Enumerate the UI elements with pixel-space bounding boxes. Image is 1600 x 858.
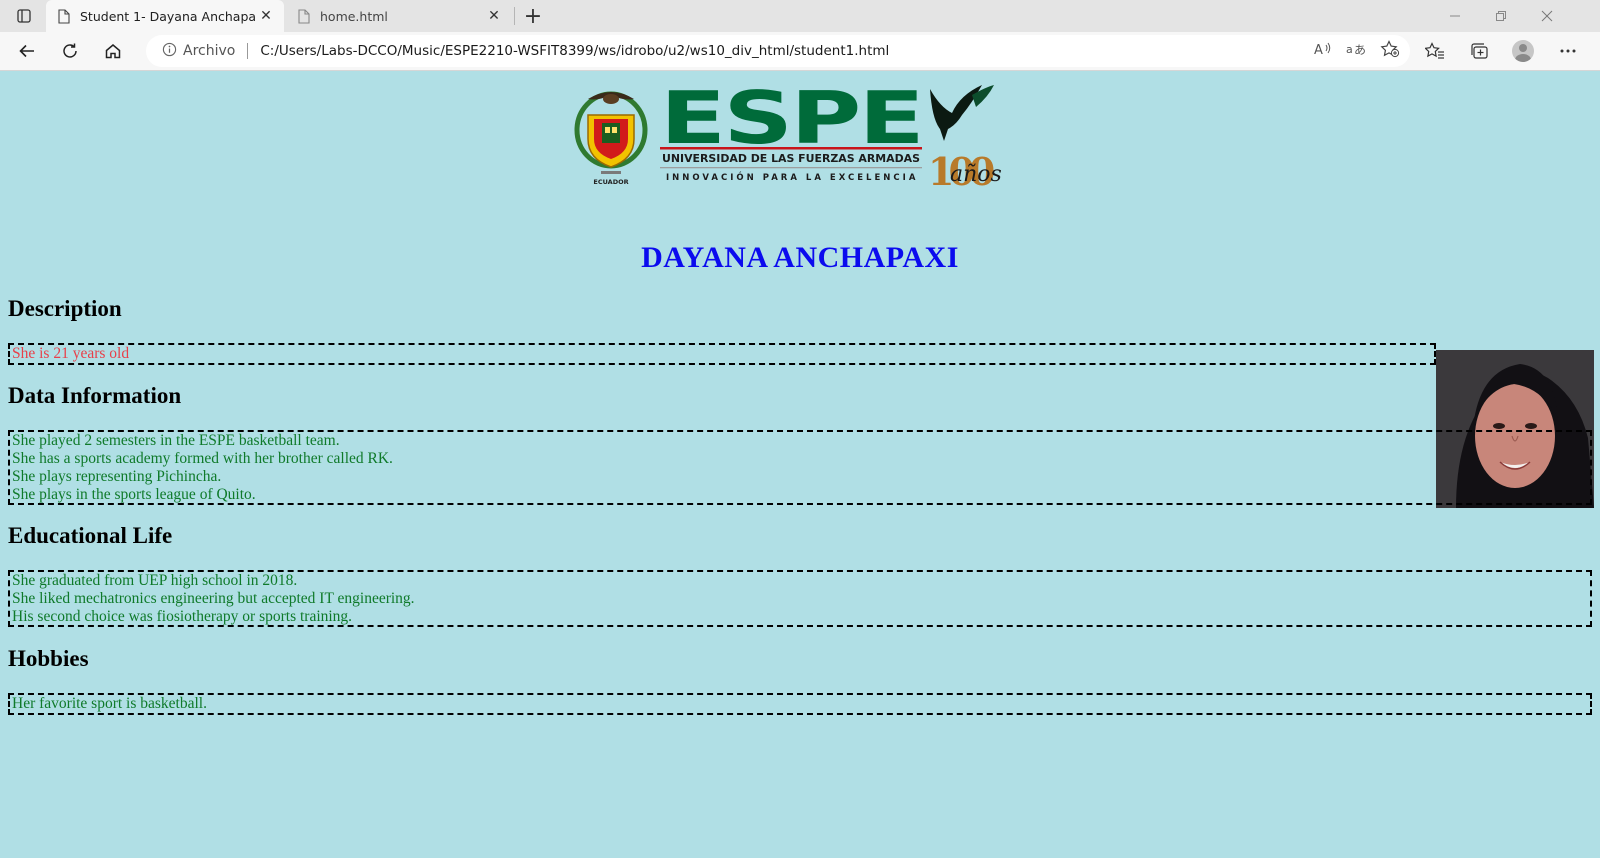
minimize-icon[interactable] (1432, 2, 1478, 30)
back-icon[interactable] (12, 36, 42, 66)
data-information-line: She plays in the sports league of Quito. (12, 486, 256, 503)
collections-icon[interactable] (1464, 36, 1494, 66)
browser-toolbar: Archivo C:/Users/Labs-DCCO/Music/ESPE221… (0, 32, 1600, 71)
svg-text:ECUADOR: ECUADOR (593, 178, 628, 186)
tab-home[interactable]: home.html ✕ (286, 0, 512, 32)
address-divider (247, 43, 249, 59)
educational-life-line: She graduated from UEP high school in 20… (12, 572, 298, 589)
read-aloud-icon[interactable]: A (1314, 41, 1332, 61)
educational-life-line: His second choice was fiosiotherapy or s… (12, 608, 353, 625)
tab-divider (514, 7, 515, 25)
url-text[interactable]: C:/Users/Labs-DCCO/Music/ESPE2210-WSFIT8… (260, 43, 889, 59)
educational-life-box: She graduated from UEP high school in 20… (8, 570, 1592, 627)
document-icon (58, 8, 70, 24)
tab-student1[interactable]: Student 1- Dayana Anchapaxi ✕ (46, 0, 284, 32)
data-information-line: She plays representing Pichincha. (12, 468, 222, 485)
svg-text:INNOVACIÓN PARA LA EXCELENCIA: INNOVACIÓN PARA LA EXCELENCIA (666, 171, 918, 183)
hobbies-line: Her favorite sport is basketball. (12, 695, 207, 712)
page-title: DAYANA ANCHAPAXI (641, 241, 959, 274)
avatar-icon (1512, 40, 1534, 62)
data-information-line: She played 2 semesters in the ESPE baske… (12, 432, 340, 449)
close-tab-icon[interactable]: ✕ (256, 6, 276, 26)
site-info-label: Archivo (183, 43, 236, 59)
espe-logo: ECUADOR ESPE UNIVERSIDAD DE LAS FUERZAS … (574, 85, 1002, 194)
address-bar[interactable]: Archivo C:/Users/Labs-DCCO/Music/ESPE221… (146, 35, 1410, 67)
hobbies-box: Her favorite sport is basketball. (8, 693, 1592, 715)
home-icon[interactable] (98, 36, 128, 66)
description-heading: Description (8, 296, 122, 321)
eagle-icon (930, 85, 994, 141)
data-information-line: She has a sports academy formed with her… (12, 450, 393, 467)
close-window-icon[interactable] (1524, 2, 1570, 30)
tab-title: home.html (320, 8, 388, 24)
educational-life-line: She liked mechatronics engineering but a… (12, 590, 415, 607)
site-info-button[interactable]: Archivo (162, 42, 235, 61)
page-content: ECUADOR ESPE UNIVERSIDAD DE LAS FUERZAS … (0, 71, 1600, 858)
close-tab-icon[interactable]: ✕ (484, 6, 504, 26)
more-options-icon[interactable] (1553, 36, 1583, 66)
svg-text:UNIVERSIDAD DE LAS FUERZAS ARM: UNIVERSIDAD DE LAS FUERZAS ARMADAS (662, 152, 920, 165)
svg-text:a: a (1346, 43, 1353, 56)
new-tab-icon[interactable]: + (520, 4, 546, 29)
info-icon (162, 42, 177, 61)
address-actions: A aあ (1314, 35, 1400, 67)
coat-of-arms-icon: ECUADOR (574, 91, 648, 186)
description-line: She is 21 years old (12, 345, 130, 362)
data-information-heading: Data Information (8, 383, 182, 408)
favorites-icon[interactable] (1420, 36, 1450, 66)
svg-text:años: años (950, 162, 1002, 187)
translate-icon[interactable]: aあ (1346, 41, 1366, 61)
svg-text:あ: あ (1354, 43, 1366, 57)
educational-life-heading: Educational Life (8, 523, 173, 548)
profile-avatar[interactable] (1508, 36, 1538, 66)
restore-icon[interactable] (1478, 2, 1524, 30)
tab-title: Student 1- Dayana Anchapaxi (80, 8, 256, 24)
data-information-box: She played 2 semesters in the ESPE baske… (8, 430, 1592, 505)
tab-bar: Student 1- Dayana Anchapaxi ✕ home.html … (0, 0, 1600, 32)
tab-actions-icon[interactable] (12, 6, 36, 26)
document-icon (298, 8, 310, 24)
refresh-icon[interactable] (55, 36, 85, 66)
svg-text:A: A (1314, 43, 1323, 57)
description-box: She is 21 years old (8, 343, 1436, 365)
hobbies-heading: Hobbies (8, 646, 89, 671)
add-favorite-icon[interactable] (1380, 40, 1400, 62)
